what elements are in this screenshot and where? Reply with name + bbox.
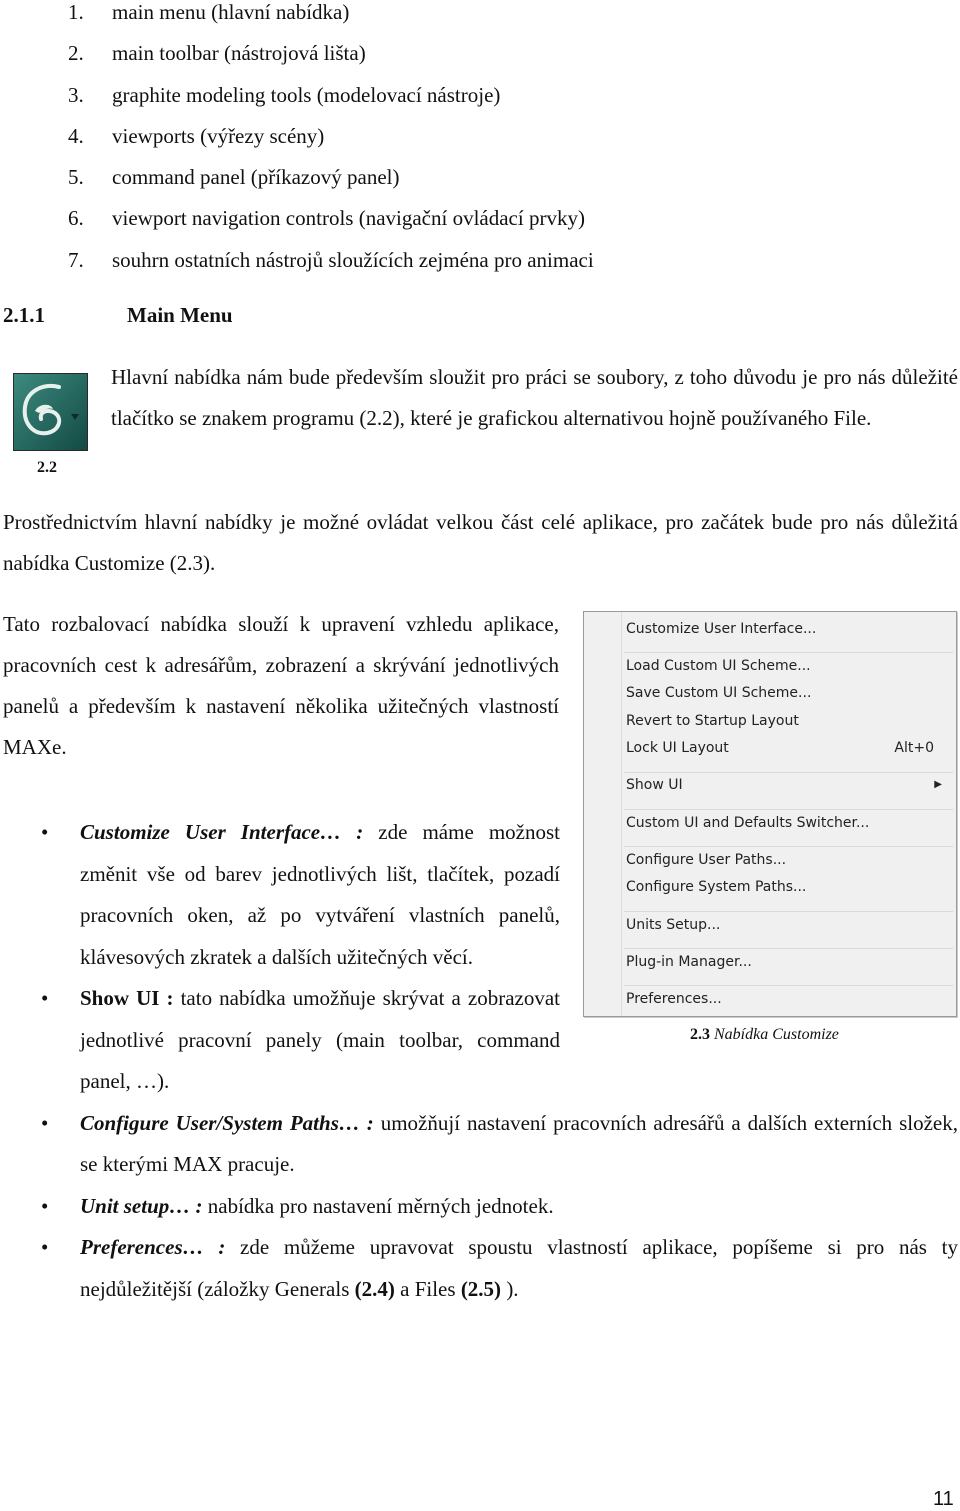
paragraph: Tato rozbalovací nabídka slouží k uprave… (3, 612, 559, 759)
list-text: command panel (příkazový panel) (112, 165, 400, 190)
menu-item-label: Show UI (626, 777, 683, 793)
menu-separator (624, 652, 953, 653)
list-number: 7. (68, 247, 84, 272)
bullet-icon: • (41, 820, 49, 844)
bullet-icon: • (41, 986, 49, 1010)
paragraph: Prostřednictvím hlavní nabídky je možné … (3, 510, 958, 575)
list-number: 5. (68, 165, 84, 190)
menu-item-label: Lock UI Layout (626, 740, 729, 756)
list-text: souhrn ostatních nástrojů sloužících zej… (112, 247, 594, 272)
list-item: • Show UI : tato nabídka umožňuje skrývat… (3, 978, 958, 1103)
list-text: viewport navigation controls (navigační … (112, 206, 585, 231)
list-item: • Configure User/System Paths… : umožňují… (3, 1103, 958, 1186)
list-number: 3. (68, 82, 84, 107)
bullet-icon: • (41, 1110, 49, 1135)
list-item: • Customize User Interface… : zde máme mo… (3, 812, 958, 978)
menu-item-label: Revert to Startup Layout (626, 713, 799, 729)
bullet-list: • Customize User Interface… : zde máme mo… (3, 812, 958, 1310)
bullet-text: nabídka pro nastavení měrných jednotek. (202, 1193, 554, 1218)
paragraph: Hlavní nabídka nám bude především slouži… (111, 365, 958, 430)
bullet-term: Show UI : (80, 986, 174, 1010)
menu-item-customize-ui[interactable]: Customize User Interface... (626, 617, 948, 641)
list-number: 4. (68, 123, 84, 148)
list-text: main toolbar (nástrojová lišta) (112, 41, 366, 66)
list-item: • Preferences… : zde můžeme upravovat spo… (3, 1227, 958, 1310)
section-title: Main Menu (127, 303, 233, 327)
list-number: 2. (68, 41, 84, 66)
list-number: 6. (68, 206, 84, 231)
bullet-term: Customize User Interface… : (80, 820, 364, 844)
list-item: • Unit setup… : nabídka pro nastavení měr… (3, 1186, 958, 1228)
triangle-right-icon: ▶ (934, 779, 942, 790)
menu-separator (624, 809, 953, 810)
page-number: 11 (933, 1488, 954, 1510)
list-number: 1. (68, 0, 84, 24)
list-text: main menu (hlavní nabídka) (112, 0, 350, 24)
bullet-text: ). (501, 1276, 519, 1301)
section-number: 2.1.1 (3, 303, 45, 327)
figure-reference: (2.4) (354, 1276, 395, 1301)
list-text: viewports (výřezy scény) (112, 123, 325, 148)
bullet-term: Configure User/System Paths… : (80, 1110, 374, 1135)
3ds-max-logo-icon (13, 373, 88, 451)
menu-item-load-scheme[interactable]: Load Custom UI Scheme... (626, 654, 948, 678)
figure-caption: 2.2 (37, 459, 57, 476)
bullet-term: Preferences… : (80, 1235, 226, 1259)
menu-item-revert-layout[interactable]: Revert to Startup Layout (626, 709, 948, 733)
bullet-icon: • (41, 1193, 49, 1218)
menu-item-show-ui[interactable]: Show UI ▶ (626, 773, 948, 797)
menu-item-save-scheme[interactable]: Save Custom UI Scheme... (626, 681, 948, 705)
bullet-icon: • (41, 1235, 49, 1259)
menu-item-label: Save Custom UI Scheme... (626, 685, 812, 701)
menu-item-label: Load Custom UI Scheme... (626, 658, 811, 674)
figure-reference: (2.5) (460, 1276, 502, 1301)
bullet-term: Unit setup… : (80, 1193, 203, 1218)
menu-item-lock-layout[interactable]: Lock UI Layout Alt+0 (626, 736, 948, 760)
menu-item-label: Customize User Interface... (626, 621, 817, 637)
menu-shortcut: Alt+0 (894, 740, 934, 756)
list-text: graphite modeling tools (modelovací nást… (112, 82, 501, 107)
bullet-text: a Files (394, 1276, 461, 1301)
